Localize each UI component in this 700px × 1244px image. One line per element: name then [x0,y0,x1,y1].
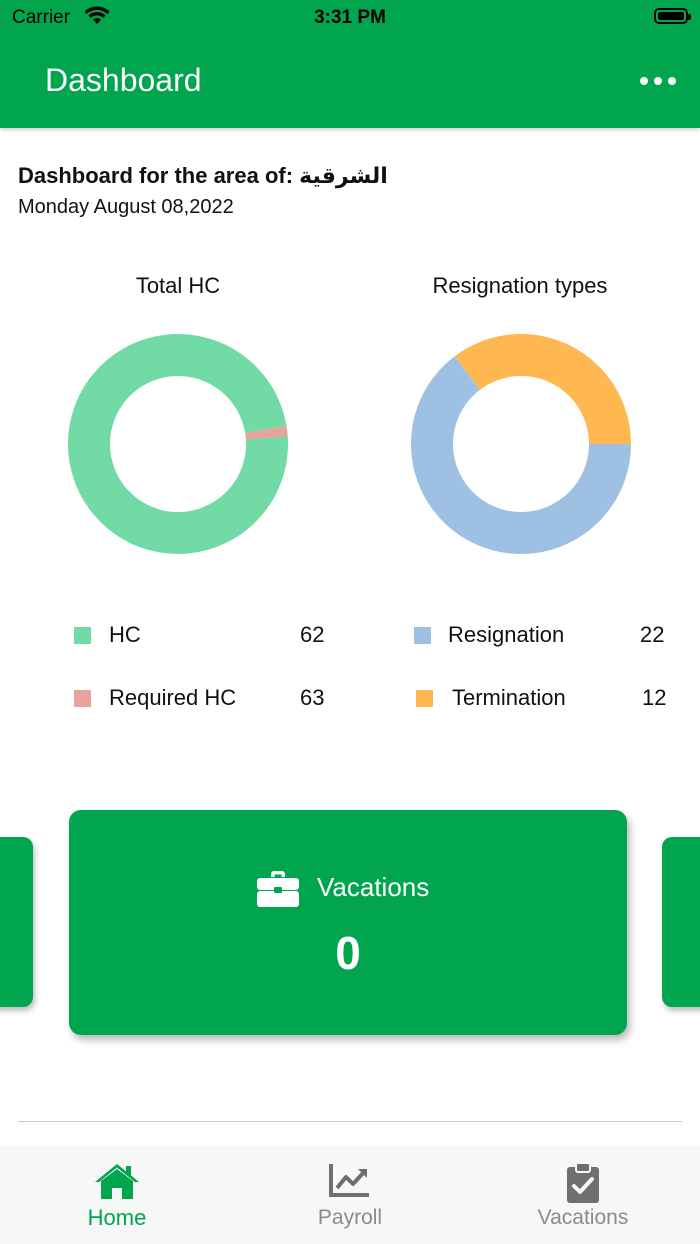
resignation-slice-termination [454,334,631,444]
legend-item-resignation: Resignation 22 [414,620,674,650]
resignation-chart-title: Resignation types [432,273,608,298]
legend-label-hc: HC [109,622,141,647]
legend-value-hc: 62 [300,622,325,647]
legend-swatch-resignation [414,626,431,644]
tab-home[interactable]: Home [17,1146,217,1244]
total-hc-chart-title: Total HC [135,273,221,298]
tab-home-label: Home [87,1205,147,1230]
clock: 3:31 PM [314,7,386,28]
more-horizontal-icon [640,77,648,85]
area-heading: Dashboard for the area of: الشرقية [18,163,388,188]
resignation-donut-chart [411,334,631,554]
card-value: 0 [335,927,361,979]
clipboard-check-icon [567,1162,599,1203]
vacations-card[interactable]: Vacations 0 [69,810,627,1035]
more-options-button[interactable] [640,70,676,92]
legend-label-termination: Termination [452,685,566,710]
carousel-card-next[interactable] [662,837,700,1007]
legend-swatch-termination [416,689,433,707]
tab-payroll[interactable]: Payroll [250,1146,450,1244]
bottom-tab-bar: Home Payroll Vacations [0,1146,700,1244]
app-header: Carrier 3:31 PM Dashboard [0,0,700,128]
tab-payroll-label: Payroll [317,1206,383,1229]
chart-line-icon [329,1164,369,1197]
legend-swatch-required-hc [74,689,91,707]
page-title: Dashboard [45,62,202,98]
carousel-card-previous[interactable] [0,837,33,1007]
legend-item-hc: HC 62 [74,620,334,650]
date-text: Monday August 08,2022 [18,196,234,218]
legend-item-required-hc: Required HC 63 [74,683,334,713]
divider [18,1121,682,1122]
legend-item-termination: Termination 12 [416,683,676,713]
legend-value-termination: 12 [642,685,667,710]
legend-value-required-hc: 63 [300,685,325,710]
status-bar: Carrier 3:31 PM [0,0,700,36]
legend-swatch-hc [74,626,91,644]
tab-vacations-label: Vacations [537,1206,629,1229]
legend-label-resignation: Resignation [448,622,565,647]
total-hc-slice-hc [67,333,289,554]
legend-value-resignation: 22 [640,622,665,647]
card-title: Vacations [317,872,430,902]
briefcase-icon [257,871,299,907]
legend-label-required-hc: Required HC [109,685,237,710]
home-icon [95,1164,139,1199]
battery-icon [654,8,691,24]
tab-vacations[interactable]: Vacations [483,1146,683,1244]
total-hc-donut-chart [67,333,289,554]
